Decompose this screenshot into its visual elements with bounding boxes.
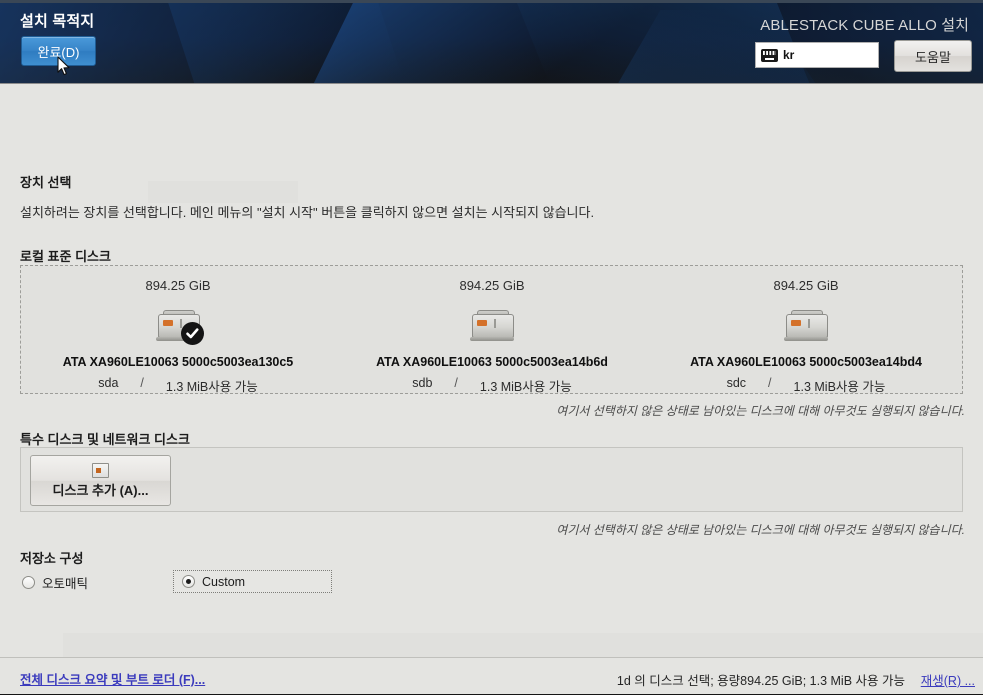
help-button[interactable]: 도움말 (894, 40, 972, 72)
disk-device: sdc (726, 376, 747, 390)
header-decoration-1 (276, 0, 684, 83)
local-disks-panel[interactable]: 894.25 GiB ATA XA960LE10063 5000c5003ea1… (20, 265, 963, 394)
disk-device: sdb (412, 376, 433, 390)
disk-free-space: 1.3 MiB사용 가능 (793, 380, 886, 394)
disk-item-sdb[interactable]: 894.25 GiB ATA XA960LE10063 5000c5003ea1… (335, 266, 649, 395)
add-disk-icon (92, 462, 109, 478)
radio-button-icon (22, 576, 35, 589)
disk-device: sda (98, 376, 119, 390)
selection-status-text: 1d 의 디스크 선택; 용량894.25 GiB; 1.3 MiB 사용 가능 (616, 674, 905, 688)
header-top-line (0, 0, 983, 3)
hard-disk-icon (156, 309, 204, 345)
disk-meta: sda / 1.3 MiB사용 가능 (21, 376, 335, 395)
disk-meta: sdb / 1.3 MiB사용 가능 (335, 376, 649, 395)
disk-icon-wrap (335, 301, 649, 349)
special-disks-title: 특수 디스크 및 네트워크 디스크 (20, 432, 190, 447)
full-disk-summary-link[interactable]: 전체 디스크 요약 및 부트 로더 (F)... (20, 669, 205, 688)
keyboard-icon (761, 48, 778, 62)
disk-item-sdc[interactable]: 894.25 GiB ATA XA960LE10063 5000c5003ea1… (649, 266, 963, 395)
page-title: 설치 목적지 (20, 13, 95, 30)
disk-free-space: 1.3 MiB사용 가능 (479, 380, 572, 394)
render-band-3 (148, 181, 298, 203)
refresh-link[interactable]: 재생(R) ... (921, 670, 975, 689)
device-selection-description: 설치하려는 장치를 선택합니다. 메인 메뉴의 "설치 시작" 버튼을 클릭하지… (20, 205, 595, 220)
hard-disk-icon (784, 309, 828, 341)
disk-name: ATA XA960LE10063 5000c5003ea130c5 (62, 355, 294, 369)
disk-icon-wrap (649, 301, 963, 349)
keyboard-layout-label: kr (783, 48, 795, 62)
storage-option-label: 오토매틱 (42, 577, 89, 591)
disk-size: 894.25 GiB (145, 278, 211, 293)
local-disks-title: 로컬 표준 디스크 (20, 249, 111, 264)
radio-button-selected-icon (182, 575, 195, 588)
device-selection-title: 장치 선택 (20, 175, 72, 190)
disk-icon-wrap (21, 301, 335, 349)
disk-name: ATA XA960LE10063 5000c5003ea14b6d (376, 355, 608, 369)
installer-footer: 전체 디스크 요약 및 부트 로더 (F)... 1d 의 디스크 선택; 용량… (0, 657, 983, 695)
storage-option-label: Custom (202, 574, 246, 589)
installer-content: 장치 선택 설치하려는 장치를 선택합니다. 메인 메뉴의 "설치 시작" 버튼… (0, 84, 983, 695)
help-button-label: 도움말 (915, 49, 951, 65)
done-button-label: 완료(D) (37, 44, 80, 60)
check-badge-icon (181, 321, 204, 345)
add-disk-button[interactable]: 디스크 추가 (A)... (30, 455, 171, 506)
disk-size: 894.25 GiB (773, 278, 839, 293)
disk-meta-separator: / (768, 376, 772, 390)
disk-meta-separator: / (140, 376, 144, 390)
hard-disk-icon (470, 309, 514, 341)
local-disks-note: 여기서 선택하지 않은 상태로 남아있는 디스크에 대해 아무것도 실행되지 않… (556, 404, 965, 418)
done-button[interactable]: 완료(D) (21, 36, 96, 66)
header-decoration-5 (160, 0, 430, 83)
disk-meta-separator: / (454, 376, 458, 390)
disk-size: 894.25 GiB (459, 278, 525, 293)
keyboard-layout-indicator[interactable]: kr (755, 42, 879, 68)
disk-item-sda[interactable]: 894.25 GiB ATA XA960LE10063 5000c5003ea1… (21, 266, 335, 395)
installer-window: 설치 목적지 완료(D) ABLESTACK CUBE ALLO 설치 kr 도… (0, 0, 983, 695)
disk-name: ATA XA960LE10063 5000c5003ea14bd4 (690, 355, 922, 369)
disk-free-space: 1.3 MiB사용 가능 (165, 380, 258, 394)
installer-header: 설치 목적지 완료(D) ABLESTACK CUBE ALLO 설치 kr 도… (0, 0, 983, 84)
product-title: ABLESTACK CUBE ALLO 설치 (760, 17, 969, 34)
special-disks-panel: 디스크 추가 (A)... (20, 447, 963, 512)
storage-option-automatic[interactable]: 오토매틱 (22, 573, 88, 592)
storage-config-title: 저장소 구성 (20, 551, 84, 566)
add-disk-button-label: 디스크 추가 (A)... (52, 482, 149, 498)
disk-meta: sdc / 1.3 MiB사용 가능 (649, 376, 963, 395)
special-disks-note: 여기서 선택하지 않은 상태로 남아있는 디스크에 대해 아무것도 실행되지 않… (556, 523, 965, 537)
storage-option-custom[interactable]: Custom (173, 570, 332, 593)
